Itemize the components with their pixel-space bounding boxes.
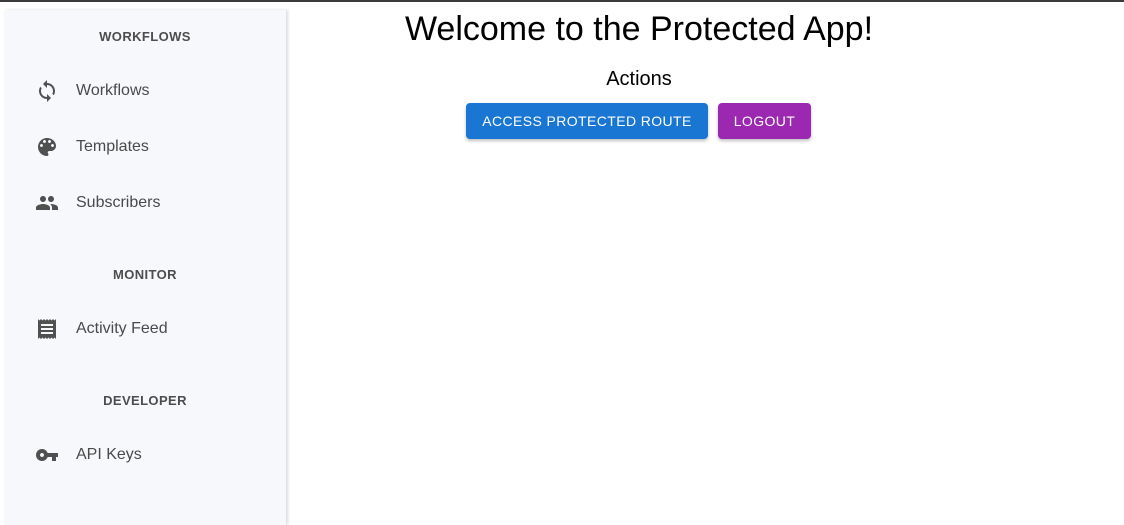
sidebar-item-label: Workflows (76, 82, 150, 99)
sidebar-item-templates[interactable]: Templates (4, 123, 286, 171)
sidebar-item-label: Subscribers (76, 194, 161, 211)
main-content: Welcome to the Protected App! Actions AC… (290, 0, 1124, 525)
people-icon (35, 191, 59, 215)
sidebar-item-activity-feed[interactable]: Activity Feed (4, 305, 286, 353)
sidebar-item-subscribers[interactable]: Subscribers (4, 179, 286, 227)
sidebar-item-label: Templates (76, 138, 149, 155)
receipt-icon (35, 317, 59, 341)
section-title-developer: DEVELOPER (103, 393, 187, 408)
sync-icon (35, 79, 59, 103)
access-protected-route-button[interactable]: ACCESS PROTECTED ROUTE (466, 103, 708, 139)
sidebar-item-label: Activity Feed (76, 320, 168, 337)
sidebar-item-workflows[interactable]: Workflows (4, 67, 286, 115)
sidebar-item-label: API Keys (76, 446, 142, 463)
sidebar: WORKFLOWS Workflows Templates Subscriber… (4, 10, 286, 525)
logout-button[interactable]: LOGOUT (718, 103, 811, 139)
actions-heading: Actions (606, 68, 672, 90)
section-title-workflows: WORKFLOWS (99, 29, 191, 44)
page-title: Welcome to the Protected App! (404, 10, 874, 48)
section-title-monitor: MONITOR (113, 267, 177, 282)
sidebar-item-api-keys[interactable]: API Keys (4, 431, 286, 479)
key-icon (35, 443, 59, 467)
palette-icon (35, 135, 59, 159)
